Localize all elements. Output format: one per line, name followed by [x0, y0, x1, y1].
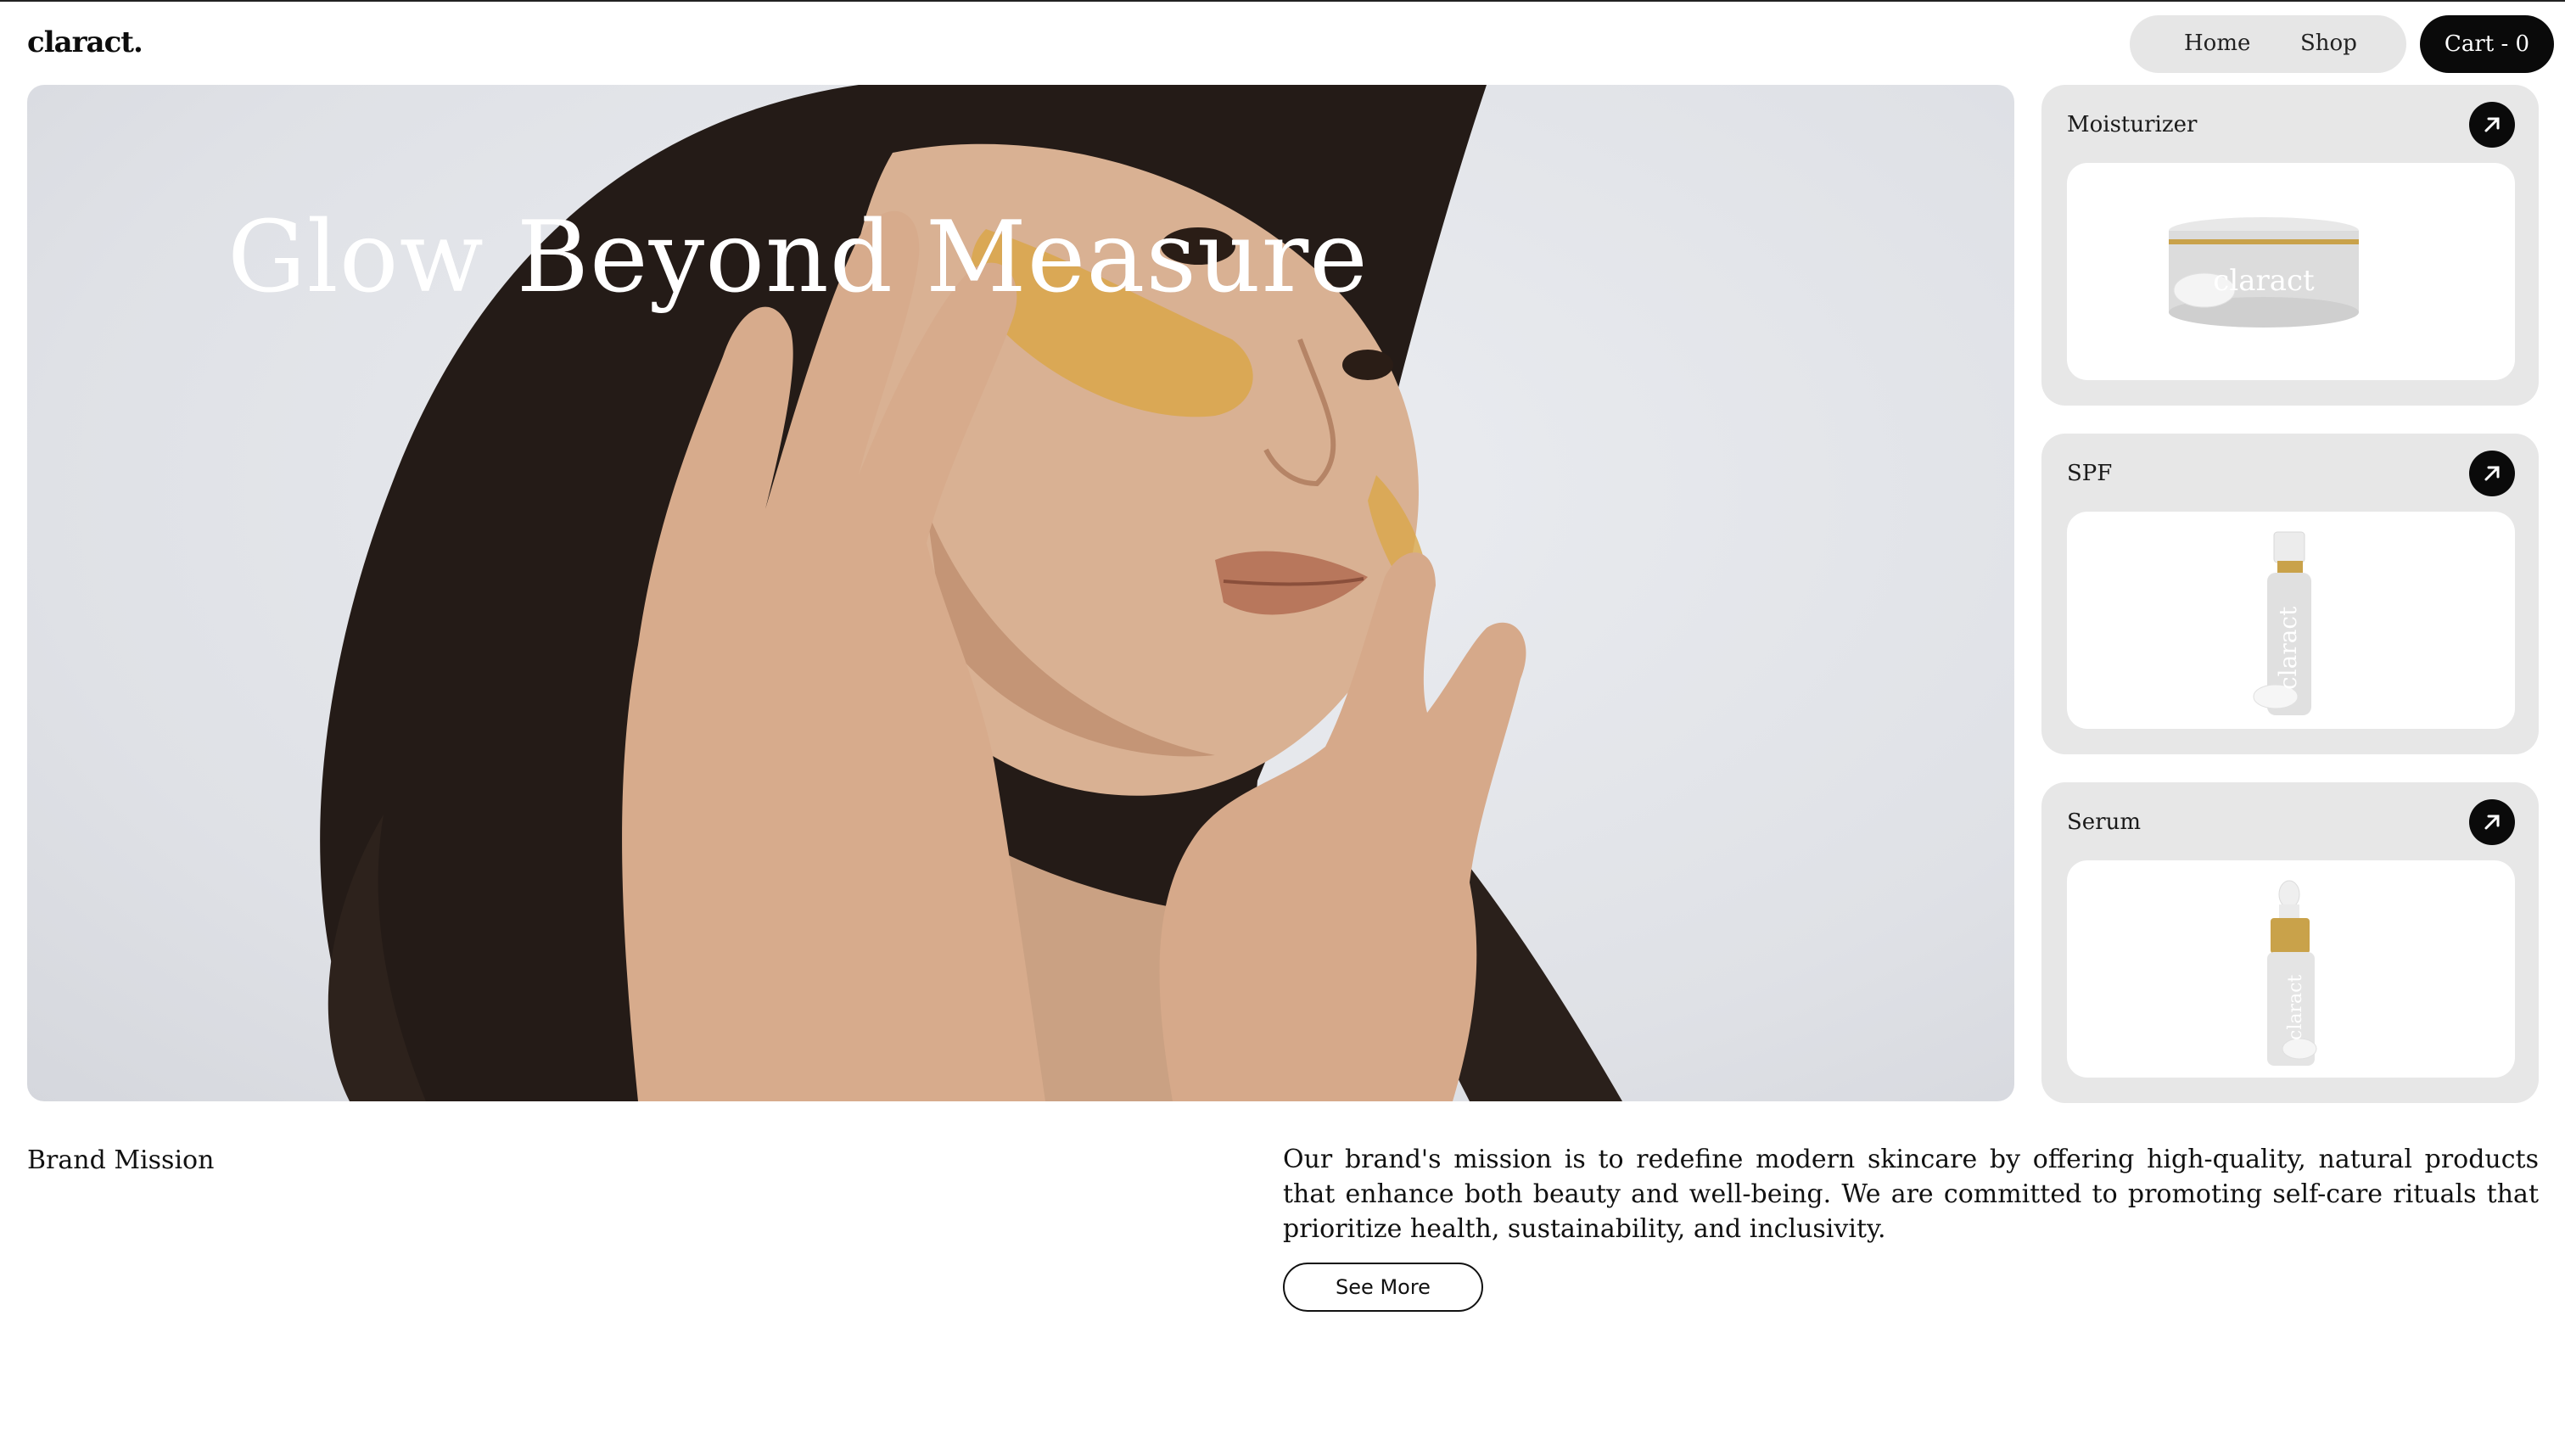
spf-bottle-image: claract [2253, 531, 2311, 715]
product-name: Moisturizer [2067, 112, 2198, 137]
hero-title: Glow Beyond Measure [227, 200, 1369, 315]
mission-heading: Brand Mission [27, 1145, 215, 1175]
cart-button[interactable]: Cart - 0 [2420, 15, 2554, 73]
arrow-up-right-icon[interactable] [2469, 799, 2515, 845]
arrow-up-right-icon[interactable] [2469, 102, 2515, 148]
spf-brand-text: claract [2274, 606, 2302, 690]
moisturizer-jar-image: claract [2169, 217, 2359, 328]
nav-home-link[interactable]: Home [2184, 31, 2250, 56]
brand-logo[interactable]: claract. [27, 25, 143, 59]
top-border [0, 0, 2565, 2]
product-card-serum[interactable]: Serum claract [2041, 782, 2539, 1103]
hero-banner: Glow Beyond Measure [27, 85, 2014, 1101]
arrow-up-right-icon[interactable] [2469, 451, 2515, 496]
mission-text: Our brand's mission is to redefine moder… [1283, 1145, 2539, 1244]
product-name: Serum [2067, 809, 2142, 835]
product-card-spf[interactable]: SPF claract [2041, 434, 2539, 754]
see-more-button[interactable]: See More [1283, 1263, 1483, 1312]
nav-shop-link[interactable]: Shop [2300, 31, 2357, 56]
product-card-moisturizer[interactable]: Moisturizer claract [2041, 85, 2539, 406]
jar-brand-text: claract [2213, 264, 2315, 298]
product-image-moisturizer[interactable]: claract [2067, 163, 2515, 380]
serum-brand-text: claract [2285, 975, 2306, 1040]
product-image-serum[interactable]: claract [2067, 860, 2515, 1078]
product-image-spf[interactable]: claract [2067, 512, 2515, 729]
main-nav: Home Shop [2130, 15, 2406, 73]
product-name: SPF [2067, 461, 2113, 486]
serum-dropper-image: claract [2267, 880, 2317, 1066]
